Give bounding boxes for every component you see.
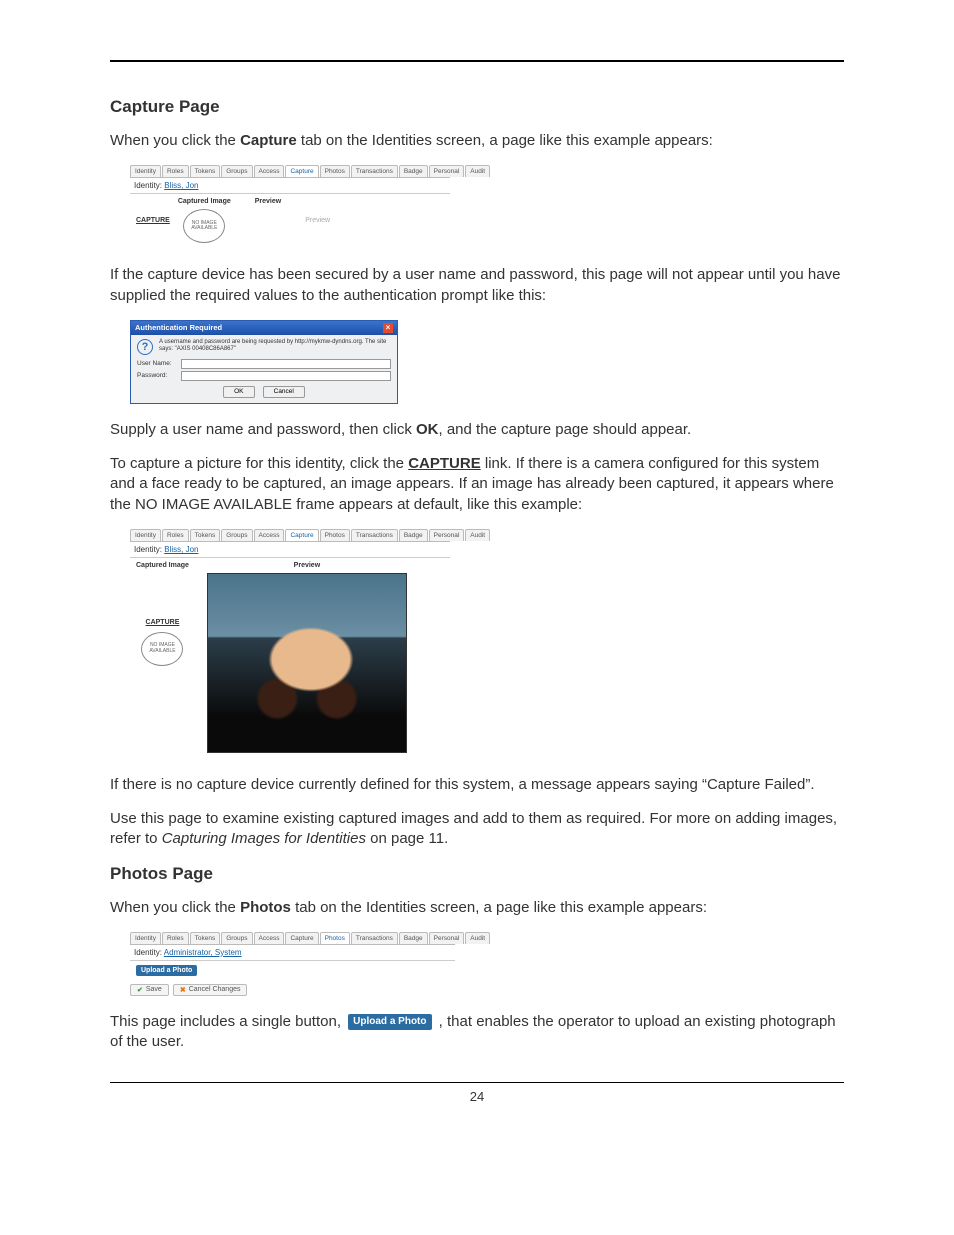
auth-password-label: Password:: [137, 372, 177, 379]
figure3-col-captured: Captured Image: [136, 562, 189, 569]
figure-capture-empty: Identity Roles Tokens Groups Access Capt…: [130, 165, 844, 249]
auth-message: A username and password are being reques…: [159, 339, 391, 355]
x-icon: ✖: [180, 986, 186, 994]
auth-title-text: Authentication Required: [135, 323, 222, 332]
tab-access[interactable]: Access: [254, 165, 285, 177]
para-examine-images: Use this page to examine existing captur…: [110, 809, 844, 850]
figure1-identity-link[interactable]: Bliss, Jon: [164, 181, 198, 190]
figure1-tabs: Identity Roles Tokens Groups Access Capt…: [130, 165, 450, 178]
inline-upload-photo-button[interactable]: Upload a Photo: [348, 1014, 431, 1030]
auth-username-input[interactable]: [181, 359, 391, 369]
para-click-capture: To capture a picture for this identity, …: [110, 454, 844, 515]
tab-tokens[interactable]: Tokens: [190, 165, 221, 177]
figure4-identity-link[interactable]: Administrator, System: [164, 948, 242, 957]
figure3-no-image-oval: NO IMAGE AVAILABLE: [141, 632, 183, 666]
para-upload-button-desc: This page includes a single button, Uplo…: [110, 1012, 844, 1053]
tab-identity[interactable]: Identity: [130, 165, 161, 177]
figure1-col-preview: Preview: [255, 198, 281, 205]
figure3-identity-line: Identity: Bliss, Jon: [130, 542, 450, 558]
figure3-identity-link[interactable]: Bliss, Jon: [164, 545, 198, 554]
para-auth-prompt: If the capture device has been secured b…: [110, 265, 844, 306]
para-capture-intro: When you click the Capture tab on the Id…: [110, 131, 844, 151]
auth-cancel-button[interactable]: Cancel: [263, 386, 305, 398]
tab-groups[interactable]: Groups: [221, 165, 252, 177]
figure1-identity-line: Identity: Bliss, Jon: [130, 178, 450, 194]
preview-photo-image: [207, 573, 407, 753]
tab-photos[interactable]: Photos: [320, 165, 350, 177]
cancel-changes-button[interactable]: ✖Cancel Changes: [173, 984, 248, 996]
figure3-col-preview: Preview: [207, 562, 407, 569]
para-capture-failed: If there is no capture device currently …: [110, 775, 844, 795]
tab-capture[interactable]: Capture: [285, 165, 318, 177]
capture-link-text: CAPTURE: [408, 455, 481, 472]
tab-audit[interactable]: Audit: [465, 165, 490, 177]
top-rule: [110, 60, 844, 62]
no-image-oval: NO IMAGE AVAILABLE: [183, 209, 225, 243]
save-button[interactable]: ✔Save: [130, 984, 169, 996]
tab-badge[interactable]: Badge: [399, 165, 428, 177]
heading-capture-page: Capture Page: [110, 97, 844, 117]
figure4-identity-line: Identity: Administrator, System: [130, 945, 455, 961]
tab-roles[interactable]: Roles: [162, 165, 189, 177]
auth-username-label: User Name:: [137, 360, 177, 367]
check-icon: ✔: [137, 986, 143, 994]
question-icon: ?: [137, 339, 153, 355]
xref-capturing-images: Capturing Images for Identities: [162, 830, 366, 847]
tab-transactions[interactable]: Transactions: [351, 165, 398, 177]
figure-capture-preview: Identity Roles Tokens Groups Access Capt…: [130, 529, 844, 759]
figure1-col-captured: Captured Image: [178, 198, 231, 205]
auth-password-input[interactable]: [181, 371, 391, 381]
upload-photo-button[interactable]: Upload a Photo: [136, 965, 197, 976]
figure4-tabs: Identity Roles Tokens Groups Access Capt…: [130, 932, 455, 945]
auth-ok-button[interactable]: OK: [223, 386, 254, 398]
close-icon[interactable]: ×: [383, 323, 393, 333]
figure1-capture-link[interactable]: CAPTURE: [136, 217, 170, 224]
figure-auth-dialog: Authentication Required × ? A username a…: [130, 320, 844, 404]
figure1-preview-disabled: Preview: [305, 217, 330, 224]
footer: 24: [110, 1082, 844, 1104]
heading-photos-page: Photos Page: [110, 864, 844, 884]
para-photos-intro: When you click the Photos tab on the Ide…: [110, 898, 844, 918]
para-supply-credentials: Supply a user name and password, then cl…: [110, 420, 844, 440]
auth-titlebar: Authentication Required ×: [131, 321, 397, 335]
bold-capture: Capture: [240, 132, 297, 149]
figure-photos-page: Identity Roles Tokens Groups Access Capt…: [130, 932, 844, 996]
figure3-tabs: Identity Roles Tokens Groups Access Capt…: [130, 529, 450, 542]
page-number: 24: [470, 1089, 484, 1104]
tab-personal[interactable]: Personal: [429, 165, 465, 177]
figure3-capture-link[interactable]: CAPTURE: [136, 619, 189, 626]
